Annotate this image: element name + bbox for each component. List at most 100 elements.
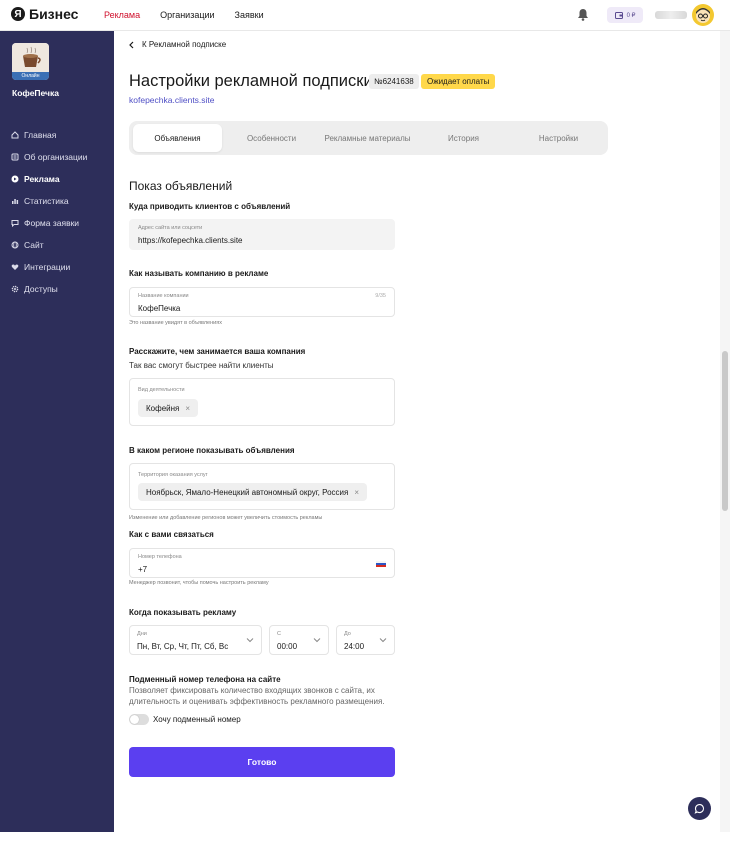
chevron-left-icon [129,41,134,48]
tab-materials[interactable]: Рекламные материалы [321,124,414,152]
avatar-face-icon [696,8,710,23]
contact-question: Как с вами связаться [129,530,214,539]
substitute-description-1: Позволяет фиксировать количество входящи… [129,686,375,695]
activity-subtitle: Так вас смогут быстрее найти клиенты [129,361,274,370]
wallet-balance: 0 ₽ [626,12,636,19]
sidebar-item-access[interactable]: Доступы [0,278,114,300]
region-chip-label: Ноябрьск, Ямало-Ненецкий автономный окру… [146,487,349,497]
sidebar-item-label: Главная [24,130,57,140]
site-question: Куда приводить клиентов с объявлений [129,202,291,211]
sidebar-item-label: Статистика [24,196,69,206]
section-title: Показ объявлений [129,179,233,193]
logo-text: Бизнес [29,6,79,22]
site-field-label: Адрес сайта или соцсети [138,225,203,231]
substitute-description-2: длительность и оценивать эффективность р… [129,697,385,706]
nav-ads[interactable]: Реклама [104,10,140,20]
time-to-value: 24:00 [344,642,365,651]
scrollbar-thumb[interactable] [722,351,728,511]
sidebar-item-label: Об организации [24,152,88,162]
days-value: Пн, Вт, Ср, Чт, Пт, Сб, Вс [137,642,229,651]
activity-label: Вид деятельности [138,387,185,393]
sidebar-item-site[interactable]: Сайт [0,234,114,256]
toggle-knob [130,715,139,724]
ads-icon [11,175,19,183]
user-avatar[interactable] [692,4,714,26]
coffee-cup-icon [12,43,49,73]
tab-settings[interactable]: Настройки [513,124,604,152]
substitute-toggle-label[interactable]: Хочу подменный номер [153,715,241,724]
form-icon [11,220,19,227]
sidebar-item-ads[interactable]: Реклама [0,168,114,190]
sidebar-item-label: Сайт [24,240,44,250]
site-link[interactable]: kofepechka.clients.site [129,95,215,105]
region-hint: Изменение или добавление регионов может … [129,515,323,521]
sidebar-item-home[interactable]: Главная [0,124,114,146]
top-bar: Я Бизнес Реклама Организации Заявки 0 ₽ [0,0,730,31]
business-logo[interactable]: Онлайн [12,43,49,80]
region-field[interactable]: Территория оказания услуг Ноябрьск, Ямал… [129,463,395,510]
sidebar: Онлайн КофеПечка Главная Об организации … [0,31,114,832]
nav-organizations[interactable]: Организации [160,10,214,20]
site-field[interactable]: Адрес сайта или соцсети https://kofepech… [129,219,395,250]
status-badge: Ожидает оплаты [421,74,496,89]
sidebar-item-about[interactable]: Об организации [0,146,114,168]
sidebar-item-label: Интеграции [24,262,71,272]
company-name-value: КофеПечка [138,304,181,313]
scrollbar[interactable] [720,31,730,832]
yandex-business-logo[interactable]: Я Бизнес [11,6,78,22]
schedule-question: Когда показывать рекламу [129,608,237,617]
days-select[interactable]: Дни Пн, Вт, Ср, Чт, Пт, Сб, Вс [129,625,262,655]
info-icon [11,153,19,161]
time-to-select[interactable]: До 24:00 [336,625,395,655]
chevron-down-icon [246,638,254,643]
tab-features[interactable]: Особенности [226,124,317,152]
sidebar-item-form[interactable]: Форма заявки [0,212,114,234]
wallet-icon [614,11,623,19]
phone-label: Номер телефона [138,554,182,560]
activity-field[interactable]: Вид деятельности Кофейня × [129,378,395,426]
activity-chip[interactable]: Кофейня × [138,399,199,417]
company-name-field[interactable]: Название компании 9/35 КофеПечка [129,287,395,317]
chat-button[interactable] [688,797,711,820]
close-icon[interactable]: × [185,404,190,413]
substitute-question: Подменный номер телефона на сайте [129,675,281,684]
russia-flag-icon[interactable] [376,561,386,567]
subscription-number-badge: №6241638 [369,74,419,89]
chat-icon [694,803,705,814]
bottom-strip [0,832,730,862]
back-link[interactable]: К Рекламной подписке [129,40,226,49]
chevron-down-icon [313,638,321,643]
account-name-blurred[interactable] [655,11,687,19]
phone-field[interactable]: Номер телефона +7 [129,548,395,578]
days-label: Дни [137,631,147,637]
char-counter: 9/35 [375,293,386,299]
company-name-label: Название компании [138,293,189,299]
region-question: В каком регионе показывать объявления [129,446,295,455]
tab-history[interactable]: История [418,124,509,152]
activity-chip-label: Кофейня [146,403,180,413]
close-icon[interactable]: × [354,488,359,497]
bell-icon[interactable] [577,8,589,21]
sidebar-item-integrations[interactable]: Интеграции [0,256,114,278]
tab-ads[interactable]: Объявления [133,124,222,152]
done-button[interactable]: Готово [129,747,395,777]
time-from-value: 00:00 [277,642,298,651]
top-nav: Реклама Организации Заявки [104,10,264,20]
company-hint: Это название увидят в объявлениях [129,320,222,326]
sidebar-item-label: Доступы [24,284,58,294]
page-title: Настройки рекламной подписки [129,72,373,90]
substitute-toggle[interactable] [129,714,149,725]
yandex-logo-icon: Я [11,7,25,21]
region-chip[interactable]: Ноябрьск, Ямало-Ненецкий автономный окру… [138,483,368,501]
site-field-value: https://kofepechka.clients.site [138,236,243,245]
sidebar-item-stats[interactable]: Статистика [0,190,114,212]
heart-icon [11,264,19,270]
sidebar-item-label: Реклама [24,174,60,184]
sidebar-menu: Главная Об организации Реклама Статистик… [0,124,114,300]
company-question: Как называть компанию в рекламе [129,269,269,278]
wallet-button[interactable]: 0 ₽ [607,7,643,23]
contact-hint: Менеджер позвонит, чтобы помочь настроит… [129,580,269,586]
nav-requests[interactable]: Заявки [235,10,264,20]
time-from-select[interactable]: С 00:00 [269,625,329,655]
sidebar-item-label: Форма заявки [24,218,80,228]
